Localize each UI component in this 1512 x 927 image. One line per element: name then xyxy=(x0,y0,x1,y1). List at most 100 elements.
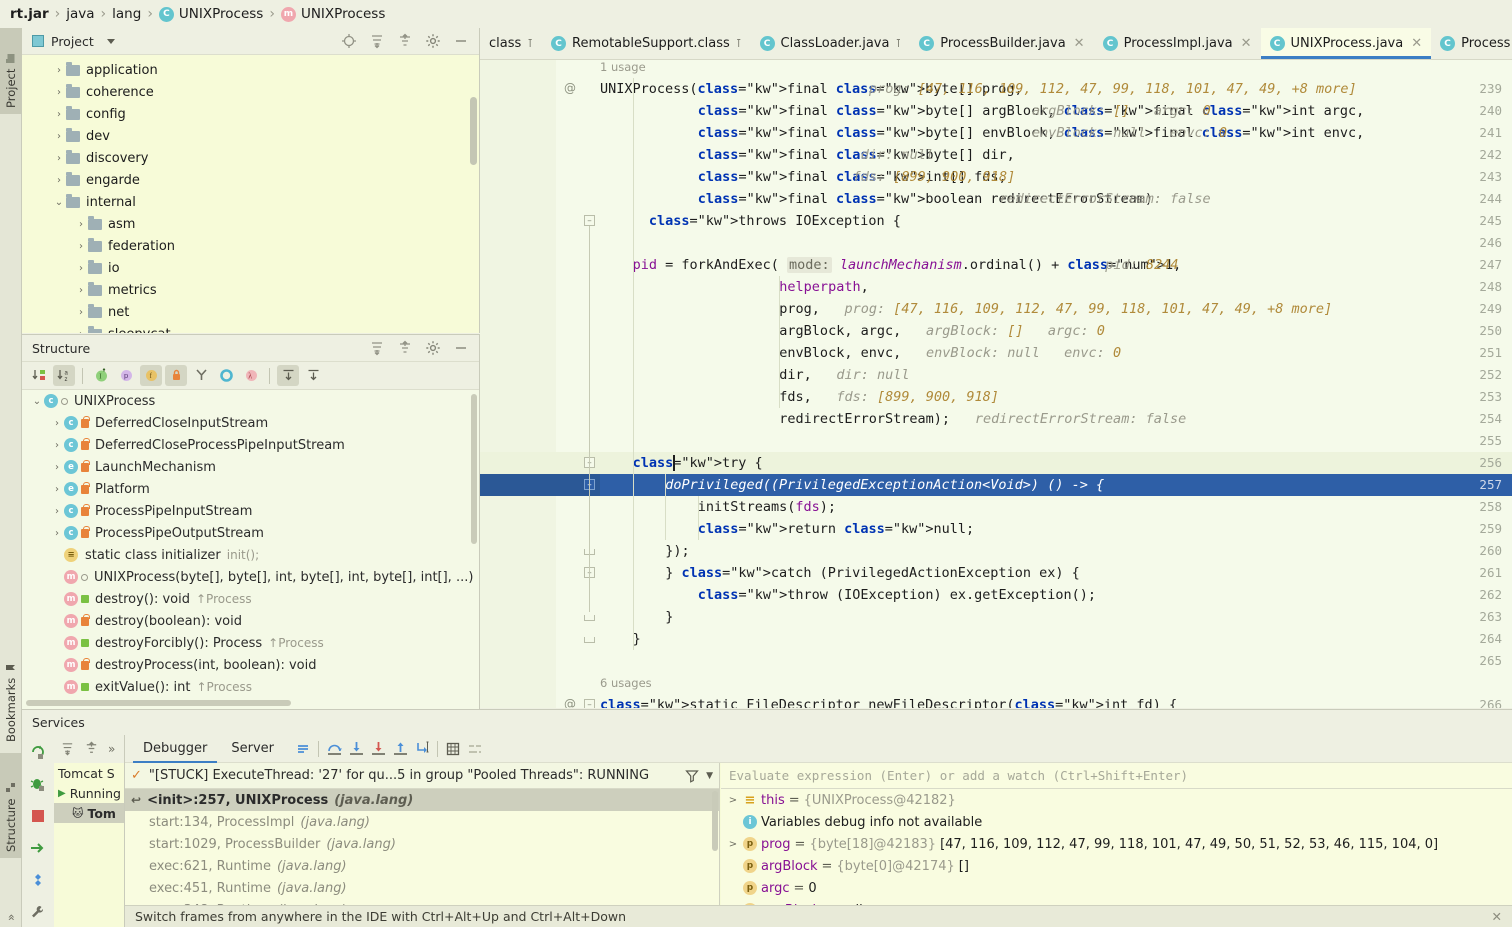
tree-node[interactable]: › federation xyxy=(22,235,479,257)
pin-icon[interactable]: ⊺ xyxy=(895,37,901,50)
frames-scrollbar[interactable] xyxy=(712,791,718,851)
fold-marker-icon[interactable]: – xyxy=(584,215,595,226)
run-to-cursor-icon[interactable] xyxy=(411,738,433,759)
chevron-right-icon[interactable]: › xyxy=(52,175,66,186)
structure-tree-scrollbar[interactable] xyxy=(471,394,477,544)
show-fields-icon[interactable]: f xyxy=(140,365,162,386)
chevron-right-icon[interactable]: › xyxy=(50,440,64,451)
code-line[interactable]: class="kw">final class="kw">byte[] dir, xyxy=(698,144,1015,166)
close-icon[interactable]: ✕ xyxy=(1241,36,1252,51)
code-line[interactable]: class="kw">throw (IOException) ex.getExc… xyxy=(698,584,1096,606)
scroll-from-source-icon[interactable] xyxy=(277,365,299,386)
show-non-public-icon[interactable] xyxy=(165,365,187,386)
filter-icon[interactable] xyxy=(685,769,699,783)
expand-all-icon[interactable] xyxy=(60,741,76,757)
layout-settings-icon[interactable] xyxy=(464,738,486,759)
code-line[interactable]: class="kw">return class="kw">null; xyxy=(698,518,974,540)
resume-icon[interactable] xyxy=(29,839,47,857)
fold-end-marker-icon[interactable] xyxy=(584,615,595,621)
chevron-right-icon[interactable]: > xyxy=(727,839,739,850)
minimize-icon[interactable] xyxy=(453,340,469,356)
tree-node[interactable]: › dev xyxy=(22,125,479,147)
stack-frame-row[interactable]: ↩ <init>:257, UNIXProcess (java.lang) xyxy=(125,789,719,811)
code-line[interactable]: } class="kw">catch (PrivilegedActionExce… xyxy=(665,562,1080,584)
services-tree-item-running[interactable]: ▶ Running xyxy=(54,783,124,803)
chevron-right-icon[interactable]: > xyxy=(727,795,739,806)
expand-all-icon[interactable] xyxy=(369,33,385,49)
editor-tab[interactable]: C ClassLoader.java ⊺ xyxy=(751,28,911,59)
gear-icon[interactable] xyxy=(425,340,441,356)
locate-icon[interactable] xyxy=(341,33,357,49)
chevron-right-icon[interactable]: › xyxy=(74,307,88,318)
structure-node[interactable]: ⌄ c UNIXProcess xyxy=(22,390,479,412)
structure-node[interactable]: › e LaunchMechanism xyxy=(22,456,479,478)
chevron-right-icon[interactable]: › xyxy=(52,109,66,120)
stack-frame-row[interactable]: exec:621, Runtime (java.lang) xyxy=(125,855,719,877)
code-line[interactable]: class="kw">try { xyxy=(633,452,763,474)
code-line[interactable]: doPrivileged((PrivilegedExceptionAction<… xyxy=(665,474,1104,496)
collapse-all-icon[interactable] xyxy=(397,33,413,49)
tree-node[interactable]: › engarde xyxy=(22,169,479,191)
editor-tab[interactable]: C UNIXProcess.java ✕ xyxy=(1260,28,1432,59)
code-line[interactable]: class="kw">throws IOException { xyxy=(649,210,901,232)
code-line[interactable]: pid = forkAndExec( mode: launchMechanism… xyxy=(633,254,1181,276)
chevron-right-icon[interactable]: › xyxy=(52,153,66,164)
variable-row[interactable]: > ≡ this = {UNIXProcess@42182} xyxy=(721,789,1512,811)
usage-inlay[interactable]: 1 usage xyxy=(600,60,646,74)
collapse-all-icon[interactable] xyxy=(397,340,413,356)
breadcrumb-item-lang[interactable]: lang xyxy=(112,6,141,22)
usage-inlay[interactable]: 6 usages xyxy=(600,676,652,690)
editor-tab[interactable]: C RemotableSupport.class ⊺ xyxy=(542,28,751,59)
fold-end-marker-icon[interactable] xyxy=(584,637,595,643)
structure-node[interactable]: › c DeferredCloseInputStream xyxy=(22,412,479,434)
code-line[interactable]: } xyxy=(633,628,641,650)
structure-node[interactable]: ≡ static class initializer init(); xyxy=(22,544,479,566)
stack-frame-row[interactable]: exec:451, Runtime (java.lang) xyxy=(125,877,719,899)
breadcrumb-item-java[interactable]: java xyxy=(66,6,94,22)
variable-row[interactable]: i Variables debug info not available xyxy=(721,811,1512,833)
chevron-right-icon[interactable]: › xyxy=(50,528,64,539)
code-line[interactable]: class="kw">static FileDescriptor newFile… xyxy=(600,694,1177,708)
tree-node[interactable]: › net xyxy=(22,301,479,323)
structure-node[interactable]: › e Platform xyxy=(22,478,479,500)
override-marker-icon[interactable]: @ xyxy=(564,697,576,708)
gear-icon[interactable] xyxy=(425,33,441,49)
evaluate-expression-input[interactable]: Evaluate expression (Enter) or add a wat… xyxy=(721,763,1512,789)
chevron-right-icon[interactable]: › xyxy=(50,462,64,473)
fold-marker-icon[interactable]: – xyxy=(584,699,595,708)
sidebar-item-bookmarks[interactable]: Bookmarks xyxy=(0,648,22,748)
expand-strip-button[interactable]: » xyxy=(0,903,22,927)
override-marker-icon[interactable]: @ xyxy=(564,81,576,95)
scroll-to-source-icon[interactable] xyxy=(302,365,324,386)
force-step-into-icon[interactable] xyxy=(367,738,389,759)
collapse-all-icon[interactable] xyxy=(84,741,100,757)
evaluate-icon[interactable] xyxy=(442,738,464,759)
minimize-icon[interactable] xyxy=(453,33,469,49)
editor-fold-gutter[interactable] xyxy=(556,60,600,708)
pin-icon[interactable]: ⊺ xyxy=(736,37,742,50)
structure-node[interactable]: m destroy(): void ↑Process xyxy=(22,588,479,610)
tree-node[interactable]: › coherence xyxy=(22,81,479,103)
chevron-right-icon[interactable]: › xyxy=(74,329,88,334)
structure-node[interactable]: m destroyProcess(int, boolean): void xyxy=(22,654,479,676)
sort-alphabetically-icon[interactable]: az xyxy=(53,365,75,386)
code-editor[interactable]: 1 usage 239 UNIXProcess(class="kw">final c… xyxy=(480,60,1512,708)
tree-node[interactable]: › asm xyxy=(22,213,479,235)
chevron-right-icon[interactable]: › xyxy=(50,506,64,517)
editor-tab[interactable]: CProcess✕ xyxy=(1431,28,1512,59)
chevron-right-icon[interactable]: › xyxy=(52,87,66,98)
chevron-right-icon[interactable]: › xyxy=(74,241,88,252)
sidebar-item-project[interactable]: Project xyxy=(0,28,22,114)
close-icon[interactable]: ✕ xyxy=(1411,36,1422,51)
project-panel-title[interactable]: Project xyxy=(32,34,115,49)
sidebar-item-structure[interactable]: Structure xyxy=(0,753,22,858)
chevron-right-icon[interactable]: › xyxy=(52,131,66,142)
chevron-right-icon[interactable]: › xyxy=(74,219,88,230)
project-tree-scrollbar[interactable] xyxy=(470,97,477,165)
services-tree-item-tomcat[interactable]: Tomcat S xyxy=(54,763,124,783)
structure-tree-hscrollbar[interactable] xyxy=(26,700,291,706)
debug-icon[interactable] xyxy=(29,775,47,793)
structure-node[interactable]: m exitValue(): int ↑Process xyxy=(22,676,479,698)
code-line[interactable]: envBlock, envc, xyxy=(779,342,901,364)
chevron-right-icon[interactable]: › xyxy=(74,263,88,274)
